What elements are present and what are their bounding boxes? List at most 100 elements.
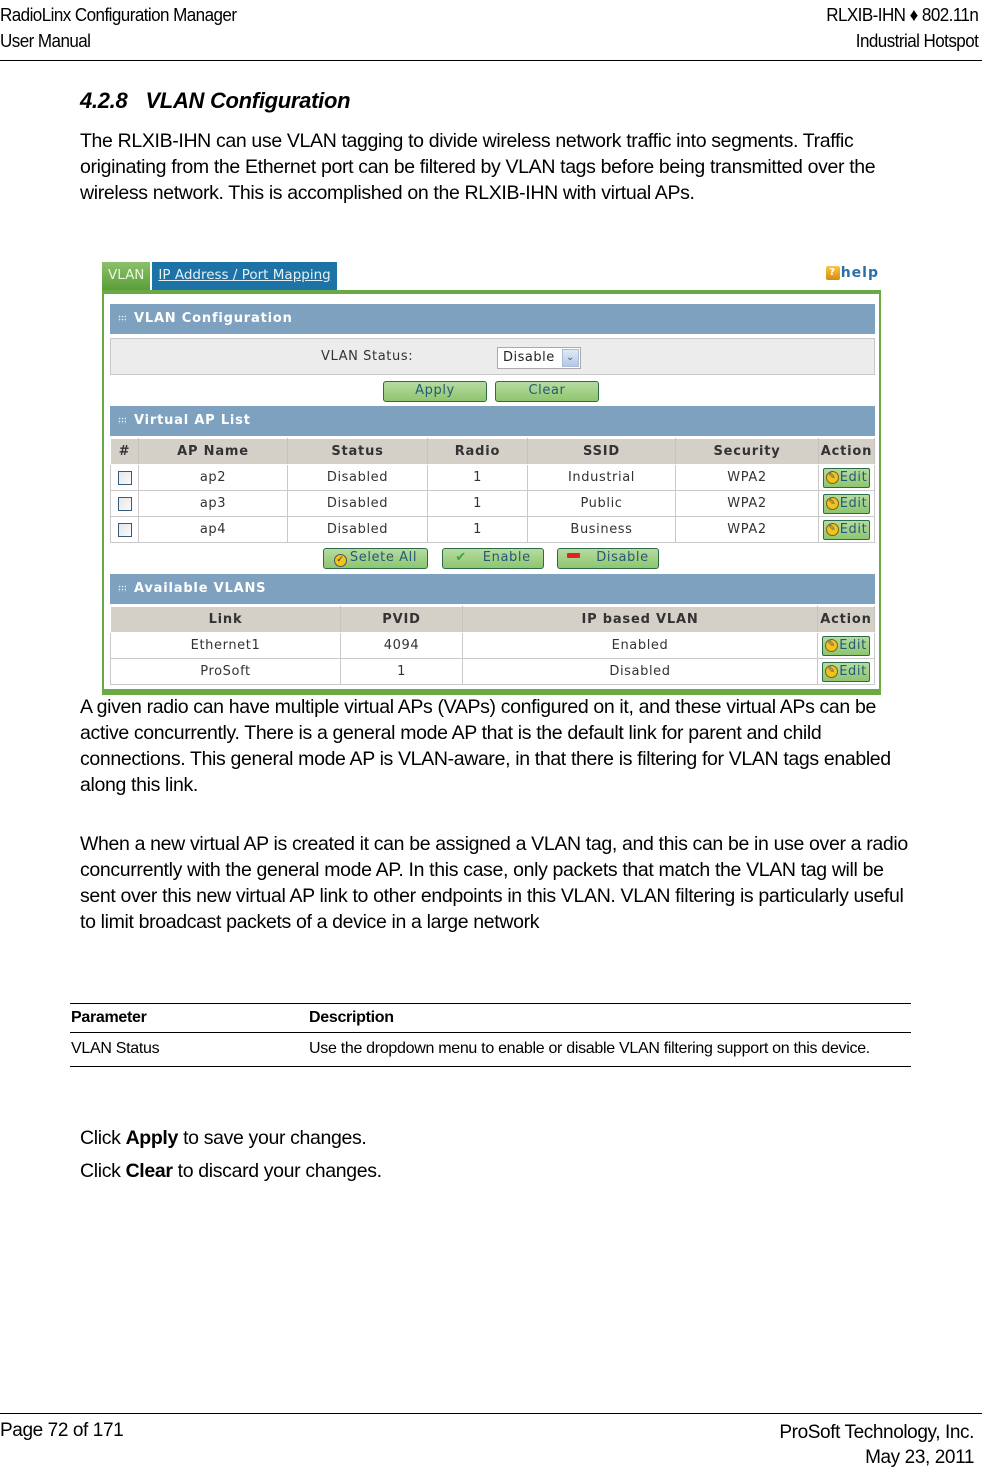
col-header-description: Description	[308, 1003, 911, 1033]
product-type: Industrial Hotspot	[855, 30, 978, 51]
vlan-tag-paragraph: When a new virtual AP is created it can …	[80, 833, 908, 933]
table-header-row: Parameter Description	[70, 1003, 911, 1033]
parameter-name: VLAN Status	[71, 1040, 160, 1057]
edit-button[interactable]: ✎ Edit	[822, 661, 870, 682]
apply-instruction: Click Apply to save your changes.	[80, 1127, 367, 1150]
tab-vlan[interactable]: VLAN	[102, 262, 151, 290]
vlan-pvid: 1	[340, 658, 463, 685]
col-header-ip-based-vlan: IP based VLAN	[462, 606, 818, 633]
instruction-suffix: to save your changes.	[178, 1127, 367, 1149]
ap-security: WPA2	[675, 464, 819, 491]
vlan-configuration-header: VLAN Configuration	[110, 304, 875, 334]
vlan-status-label: VLAN Status:	[321, 349, 414, 364]
footer-right: ProSoft Technology, Inc. May 23, 2011	[779, 1420, 974, 1469]
table-row: VLAN Status Use the dropdown menu to ena…	[70, 1033, 911, 1067]
edit-button[interactable]: ✎ Edit	[822, 467, 871, 488]
pencil-icon: ✎	[825, 639, 839, 652]
col-header-ssid: SSID	[527, 438, 676, 465]
ap-name: ap3	[138, 490, 288, 517]
section-number: 4.2.8	[80, 88, 128, 113]
row-checkbox[interactable]	[117, 470, 132, 485]
col-header-radio: Radio	[427, 438, 528, 465]
available-vlans-table: Link PVID IP based VLAN Action Ethernet1…	[110, 606, 875, 685]
ap-status: Disabled	[287, 516, 428, 543]
minus-icon	[567, 553, 581, 558]
vlan-config-screenshot: VLAN IP Address / Port Mapping ? help VL…	[102, 262, 881, 695]
col-header-link: Link	[110, 606, 341, 633]
pencil-icon: ✎	[825, 665, 839, 678]
edit-label: Edit	[839, 496, 868, 511]
ap-radio: 1	[427, 464, 528, 491]
ap-ssid: Public	[527, 490, 676, 517]
edit-button[interactable]: ✎ Edit	[822, 635, 870, 656]
ap-security: WPA2	[675, 490, 819, 517]
pencil-icon: ✎	[825, 471, 839, 484]
instruction-keyword: Apply	[125, 1127, 179, 1149]
ap-radio: 1	[427, 516, 528, 543]
help-link[interactable]: ? help	[825, 265, 879, 281]
enable-label: Enable	[482, 550, 531, 565]
tab-ip-address-port-mapping[interactable]: IP Address / Port Mapping	[152, 262, 337, 290]
vlan-status-value: Disable	[503, 350, 555, 365]
page-footer: Page 72 of 171 ProSoft Technology, Inc. …	[0, 1413, 982, 1468]
panel-title: Virtual AP List	[134, 413, 251, 428]
col-header-action: Action	[818, 438, 875, 465]
col-header-pvid: PVID	[340, 606, 463, 633]
apply-button[interactable]: Apply	[383, 381, 487, 402]
virtual-ap-list-header: Virtual AP List	[110, 406, 875, 436]
col-header-parameter: Parameter	[70, 1003, 308, 1033]
section-title: VLAN Configuration	[145, 88, 351, 113]
chevron-down-icon[interactable]: ⌄	[562, 349, 579, 367]
doc-title: RadioLinx Configuration Manager	[0, 4, 237, 25]
instruction-prefix: Click	[80, 1160, 126, 1182]
table-row: Ethernet1 4094 Enabled ✎ Edit	[110, 632, 875, 659]
col-header-number: #	[110, 438, 139, 465]
available-vlans-header: Available VLANS	[110, 574, 875, 604]
edit-button[interactable]: ✎ Edit	[822, 519, 871, 540]
panel-title: VLAN Configuration	[134, 311, 293, 326]
parameter-table: Parameter Description VLAN Status Use th…	[70, 1003, 911, 1067]
ap-name: ap4	[138, 516, 288, 543]
table-header-row: # AP Name Status Radio SSID Security Act…	[110, 438, 875, 465]
page-header: RadioLinx Configuration Manager User Man…	[0, 0, 982, 61]
row-checkbox[interactable]	[117, 522, 132, 537]
edit-label: Edit	[839, 470, 868, 485]
instruction-prefix: Click	[80, 1127, 126, 1149]
checkmark-icon: ✔	[455, 550, 467, 565]
clear-button[interactable]: Clear	[495, 381, 599, 402]
company-name: ProSoft Technology, Inc.	[779, 1422, 974, 1443]
content-frame: VLAN Configuration VLAN Status: Disable …	[102, 290, 881, 695]
disable-button[interactable]: Disable	[557, 548, 659, 569]
vlan-status-select[interactable]: Disable ⌄	[497, 347, 581, 369]
question-mark-icon: ?	[825, 266, 840, 280]
vlan-ip-based: Enabled	[462, 632, 818, 659]
col-header-action: Action	[817, 606, 875, 633]
vlan-pvid: 4094	[340, 632, 463, 659]
pencil-icon: ✎	[825, 497, 839, 510]
header-right: RLXIB-IHN ♦ 802.11n Industrial Hotspot	[825, 2, 979, 54]
vlan-status-row: VLAN Status: Disable ⌄	[110, 338, 875, 375]
col-header-status: Status	[287, 438, 428, 465]
edit-label: Edit	[839, 522, 868, 537]
doc-subtitle: User Manual	[0, 30, 91, 51]
ap-name: ap2	[138, 464, 288, 491]
intro-paragraph: The RLXIB-IHN can use VLAN tagging to di…	[80, 130, 876, 204]
grip-icon	[118, 315, 126, 322]
table-row: ProSoft 1 Disabled ✎ Edit	[110, 658, 875, 685]
ap-ssid: Business	[527, 516, 676, 543]
instruction-keyword: Clear	[125, 1160, 173, 1182]
edit-label: Edit	[839, 638, 867, 653]
enable-button[interactable]: ✔ Enable	[442, 548, 544, 569]
ap-radio: 1	[427, 490, 528, 517]
publish-date: May 23, 2011	[865, 1447, 974, 1468]
row-checkbox[interactable]	[117, 496, 132, 511]
clear-instruction: Click Clear to discard your changes.	[80, 1160, 382, 1183]
vlan-link: Ethernet1	[110, 632, 341, 659]
select-all-button[interactable]: ✓ Selete All	[323, 548, 428, 569]
page-number: Page 72 of 171	[0, 1420, 124, 1441]
product-name: RLXIB-IHN ♦ 802.11n	[825, 4, 979, 25]
edit-button[interactable]: ✎ Edit	[822, 493, 871, 514]
vap-paragraph: A given radio can have multiple virtual …	[80, 696, 891, 796]
instruction-suffix: to discard your changes.	[172, 1160, 382, 1182]
ap-status: Disabled	[287, 464, 428, 491]
